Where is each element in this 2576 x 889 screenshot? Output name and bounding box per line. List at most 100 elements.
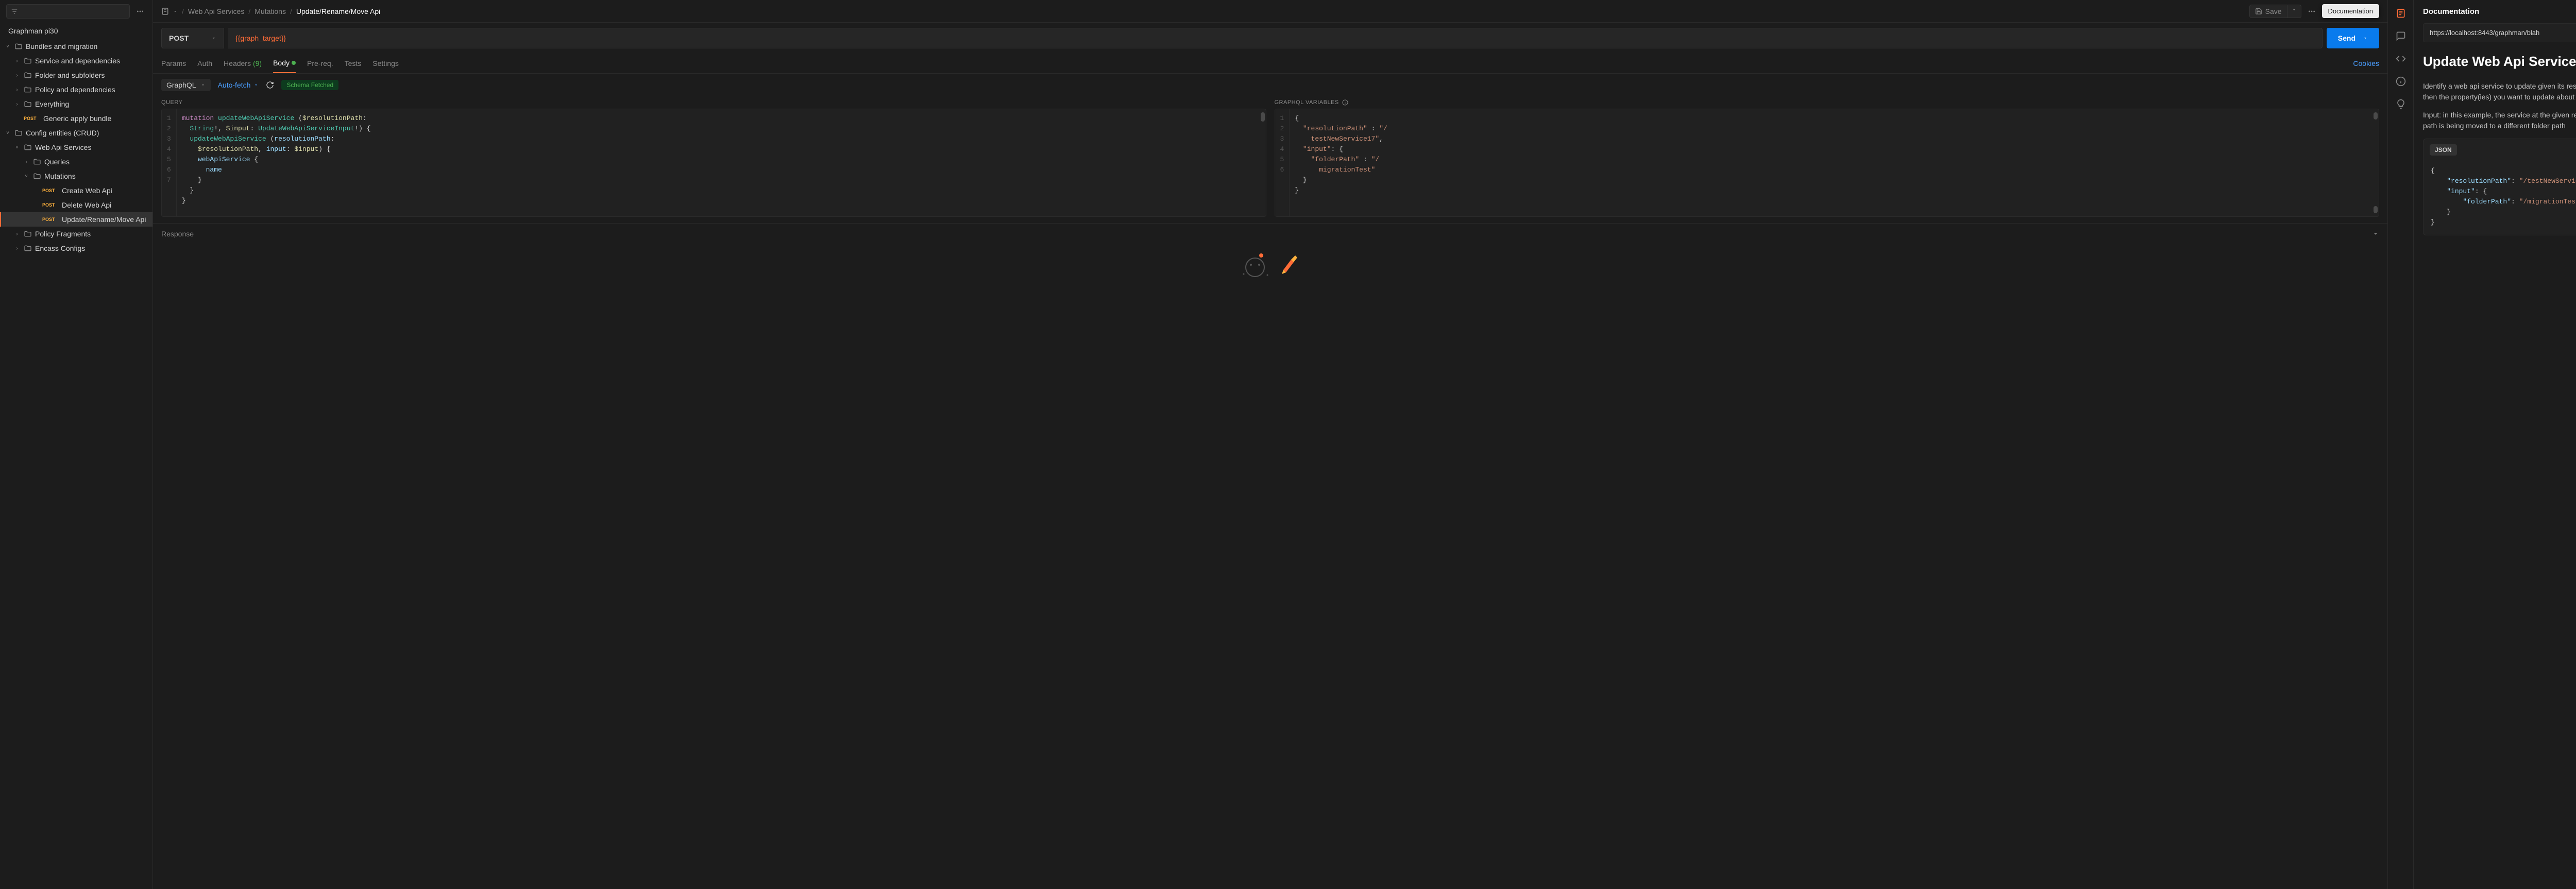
docs-url[interactable]: https://localhost:8443/graphman/blah xyxy=(2423,23,2576,42)
lightbulb-icon[interactable] xyxy=(2396,99,2406,109)
folder-icon xyxy=(24,71,32,79)
breadcrumb-current: Update/Rename/Move Api xyxy=(296,7,380,15)
request-item[interactable]: POSTDelete Web Api xyxy=(0,198,152,212)
documentation-tooltip: Documentation xyxy=(2322,4,2379,18)
tree-item-label: Service and dependencies xyxy=(35,57,120,65)
chevron-icon: ˅ xyxy=(4,44,11,49)
tab-prereq[interactable]: Pre-req. xyxy=(307,54,333,73)
sidebar: Graphman pi30 ˅Bundles and migration›Ser… xyxy=(0,0,153,889)
tab-icon[interactable] xyxy=(161,7,171,16)
docs-heading: Update Web Api Service xyxy=(2423,54,2576,70)
tab-bar: / Web Api Services / Mutations / Update/… xyxy=(153,0,2387,23)
chevron-icon: ˅ xyxy=(13,145,21,150)
send-button[interactable]: Send xyxy=(2327,28,2379,48)
tab-headers[interactable]: Headers (9) xyxy=(224,54,262,73)
chevron-down-icon xyxy=(253,82,259,88)
chevron-down-icon xyxy=(211,36,216,41)
refresh-schema-button[interactable] xyxy=(266,81,274,89)
autofetch-toggle[interactable]: Auto-fetch xyxy=(218,81,259,89)
tab-auth[interactable]: Auth xyxy=(197,54,212,73)
folder-item[interactable]: ›Service and dependencies xyxy=(0,54,152,68)
scrollbar-thumb[interactable] xyxy=(1261,112,1265,122)
folder-item[interactable]: ˅ Web Api Services xyxy=(0,140,152,155)
body-type-select[interactable]: GraphQL xyxy=(161,79,211,91)
folder-item[interactable]: ˅Config entities (CRUD) xyxy=(0,126,152,140)
cookies-link[interactable]: Cookies xyxy=(2353,54,2379,73)
tab-params[interactable]: Params xyxy=(161,54,186,73)
url-input[interactable]: {{graph_target}} xyxy=(228,28,2323,48)
request-item[interactable]: POSTCreate Web Api xyxy=(0,183,152,198)
tree-item-label: Queries xyxy=(44,158,70,166)
collection-name[interactable]: Graphman pi30 xyxy=(0,23,152,39)
docs-json-body[interactable]: { "resolutionPath": "/testNewService17",… xyxy=(2424,161,2576,235)
request-tabs: Params Auth Headers (9) Body Pre-req. Te… xyxy=(153,54,2387,74)
docs-paragraph: Identify a web api service to update giv… xyxy=(2423,81,2576,102)
folder-item[interactable]: ›Folder and subfolders xyxy=(0,68,152,82)
tree-item-label: Policy Fragments xyxy=(35,230,91,238)
folder-icon xyxy=(33,172,41,180)
info-icon[interactable] xyxy=(1342,99,1348,106)
tree-item-label: Mutations xyxy=(44,172,76,180)
query-header: QUERY xyxy=(161,96,1266,109)
folder-item[interactable]: ˅ Bundles and migration xyxy=(0,39,152,54)
tab-settings[interactable]: Settings xyxy=(372,54,399,73)
code-icon[interactable] xyxy=(2396,54,2406,64)
scrollbar-thumb[interactable] xyxy=(2374,206,2378,213)
chevron-icon: ˅ xyxy=(23,174,30,179)
context-rail xyxy=(2387,0,2413,889)
response-placeholder xyxy=(153,244,2387,889)
breadcrumb-item[interactable]: Mutations xyxy=(255,7,286,15)
folder-icon xyxy=(24,244,32,252)
schema-status-badge: Schema Fetched xyxy=(281,80,338,90)
documentation-icon[interactable] xyxy=(2396,8,2406,19)
json-chip[interactable]: JSON xyxy=(2430,144,2457,156)
docs-json-block: JSON { "resolutionPath": "/testNewServic… xyxy=(2423,139,2576,235)
method-badge: POST xyxy=(42,187,59,194)
docs-paragraph: Input: in this example, the service at t… xyxy=(2423,110,2576,131)
breadcrumb-item[interactable]: Web Api Services xyxy=(188,7,244,15)
folder-icon xyxy=(33,158,41,166)
folder-item[interactable]: › Policy Fragments xyxy=(0,227,152,241)
folder-icon xyxy=(24,57,32,65)
tree-item-label: Delete Web Api xyxy=(62,201,111,209)
tab-chevron-icon[interactable] xyxy=(173,9,178,14)
tab-more-icon[interactable] xyxy=(2306,5,2318,18)
chevron-icon: › xyxy=(13,231,21,237)
tree-item-label: Web Api Services xyxy=(35,143,91,151)
info-icon[interactable] xyxy=(2396,76,2406,87)
response-header[interactable]: Response xyxy=(153,223,2387,244)
save-dropdown[interactable] xyxy=(2287,5,2301,18)
folder-icon xyxy=(24,143,32,151)
chevron-down-icon xyxy=(2363,36,2368,41)
chevron-down-icon[interactable] xyxy=(2372,230,2379,237)
folder-icon xyxy=(14,42,23,50)
tree-item-label: Everything xyxy=(35,100,69,108)
folder-item[interactable]: ›Encass Configs xyxy=(0,241,152,255)
save-button[interactable]: Save xyxy=(2249,5,2287,18)
query-editor[interactable]: 1234567 mutation updateWebApiService ($r… xyxy=(161,109,1266,217)
request-item[interactable]: POSTUpdate/Rename/Move Api xyxy=(0,212,152,227)
filter-input[interactable] xyxy=(6,4,130,19)
folder-item[interactable]: ›Queries xyxy=(0,155,152,169)
main-panel: / Web Api Services / Mutations / Update/… xyxy=(153,0,2387,889)
folder-icon xyxy=(24,230,32,238)
variables-editor[interactable]: 123456 { "resolutionPath" : "/ testNewSe… xyxy=(1275,109,2380,217)
chevron-down-icon xyxy=(2292,7,2297,12)
sidebar-more-icon[interactable] xyxy=(134,5,146,18)
tree-item-label: Create Web Api xyxy=(62,186,112,195)
variables-header: GRAPHQL VARIABLES xyxy=(1275,96,2380,109)
scrollbar-thumb[interactable] xyxy=(2374,112,2378,119)
folder-item[interactable]: ˅ Mutations xyxy=(0,169,152,183)
request-item[interactable]: POSTGeneric apply bundle xyxy=(0,111,152,126)
tab-tests[interactable]: Tests xyxy=(345,54,362,73)
tree-item-label: Policy and dependencies xyxy=(35,86,115,94)
tree-item-label: Config entities (CRUD) xyxy=(26,129,99,137)
folder-item[interactable]: ›Policy and dependencies xyxy=(0,82,152,97)
method-select[interactable]: POST xyxy=(161,28,224,48)
comments-icon[interactable] xyxy=(2396,31,2406,41)
modified-dot-icon xyxy=(292,61,296,65)
tree-item-label: Bundles and migration xyxy=(26,42,97,50)
tree-item-label: Generic apply bundle xyxy=(43,114,111,123)
folder-item[interactable]: ›Everything xyxy=(0,97,152,111)
tab-body[interactable]: Body xyxy=(273,54,296,73)
